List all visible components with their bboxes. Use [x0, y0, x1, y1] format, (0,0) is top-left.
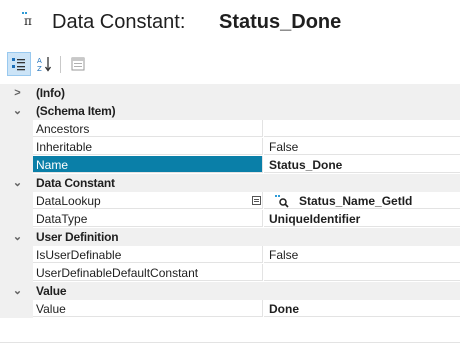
- lookup-search-icon: [275, 195, 289, 208]
- svg-text:Z: Z: [37, 65, 42, 73]
- row-gutter: [0, 246, 33, 264]
- header: π Data Constant: Status_Done: [0, 0, 460, 46]
- category-row-info[interactable]: > (Info): [0, 84, 460, 102]
- toolbar-separator: [60, 56, 61, 73]
- property-value[interactable]: Done: [264, 300, 460, 317]
- property-name[interactable]: Value: [33, 300, 263, 317]
- chevron-down-icon[interactable]: ⌄: [1, 102, 34, 120]
- property-value[interactable]: [264, 120, 460, 137]
- chevron-down-icon[interactable]: ⌄: [1, 174, 34, 192]
- property-row-ancestors[interactable]: Ancestors: [0, 120, 460, 138]
- category-row-data-constant[interactable]: ⌄ Data Constant: [0, 174, 460, 192]
- property-value[interactable]: False: [264, 246, 460, 263]
- property-value[interactable]: Status_Name_GetId: [299, 192, 412, 210]
- property-name[interactable]: Inheritable: [33, 138, 263, 155]
- property-name[interactable]: IsUserDefinable: [33, 246, 263, 263]
- property-name[interactable]: Name: [33, 156, 263, 173]
- category-label: Value: [36, 284, 67, 298]
- property-grid-window: π Data Constant: Status_Done A Z > (Info…: [0, 0, 460, 347]
- property-grid: > (Info) ⌄ (Schema Item) Ancestors Inher…: [0, 84, 460, 342]
- svg-text:π: π: [24, 14, 32, 28]
- category-row-user-definition[interactable]: ⌄ User Definition: [0, 228, 460, 246]
- property-row-datatype[interactable]: DataType UniqueIdentifier: [0, 210, 460, 228]
- row-gutter: [0, 264, 33, 282]
- page-title-prefix: Data Constant:: [52, 11, 186, 33]
- property-value[interactable]: False: [264, 138, 460, 155]
- property-pages-icon: [71, 57, 85, 71]
- property-row-datalookup[interactable]: DataLookup Status_Name_GetId: [0, 192, 460, 210]
- row-gutter: [0, 300, 33, 318]
- property-row-inheritable[interactable]: Inheritable False: [0, 138, 460, 156]
- data-constant-icon: π: [22, 12, 32, 28]
- categorized-icon: [12, 58, 25, 71]
- property-name[interactable]: DataType: [33, 210, 263, 227]
- property-name[interactable]: DataLookup: [33, 192, 263, 209]
- row-gutter: [0, 138, 33, 156]
- grid-bottom-border: [0, 342, 460, 343]
- toolbar: A Z: [0, 46, 460, 84]
- category-label: (Info): [36, 86, 65, 100]
- chevron-down-icon[interactable]: ⌄: [1, 282, 34, 300]
- row-gutter: [0, 210, 33, 228]
- property-pages-button[interactable]: [66, 52, 90, 76]
- property-row-value[interactable]: Value Done: [0, 300, 460, 318]
- category-row-value[interactable]: ⌄ Value: [0, 282, 460, 300]
- chevron-right-icon[interactable]: >: [1, 84, 34, 102]
- property-row-name[interactable]: Name Status_Done: [0, 156, 460, 174]
- row-gutter: [0, 120, 33, 138]
- alphabetical-view-button[interactable]: A Z: [33, 52, 57, 76]
- chevron-down-icon[interactable]: ⌄: [1, 228, 34, 246]
- property-value[interactable]: UniqueIdentifier: [264, 210, 460, 227]
- property-row-userdefinabledefaultconstant[interactable]: UserDefinableDefaultConstant: [0, 264, 460, 282]
- property-name[interactable]: UserDefinableDefaultConstant: [33, 264, 263, 281]
- category-row-schema-item[interactable]: ⌄ (Schema Item): [0, 102, 460, 120]
- row-gutter: [0, 156, 33, 174]
- category-label: Data Constant: [36, 176, 115, 190]
- category-label: User Definition: [36, 230, 119, 244]
- sort-az-icon: A Z: [37, 57, 52, 73]
- property-value[interactable]: Status_Done: [264, 156, 460, 173]
- property-pages-mini-icon[interactable]: [252, 196, 261, 205]
- categorized-view-button[interactable]: [7, 52, 31, 76]
- property-name[interactable]: Ancestors: [33, 120, 263, 137]
- property-value[interactable]: [264, 264, 460, 281]
- category-label: (Schema Item): [36, 104, 116, 118]
- svg-text:A: A: [37, 57, 42, 65]
- page-title: Status_Done: [219, 11, 342, 33]
- property-row-isuserdefinable[interactable]: IsUserDefinable False: [0, 246, 460, 264]
- row-gutter: [0, 192, 33, 210]
